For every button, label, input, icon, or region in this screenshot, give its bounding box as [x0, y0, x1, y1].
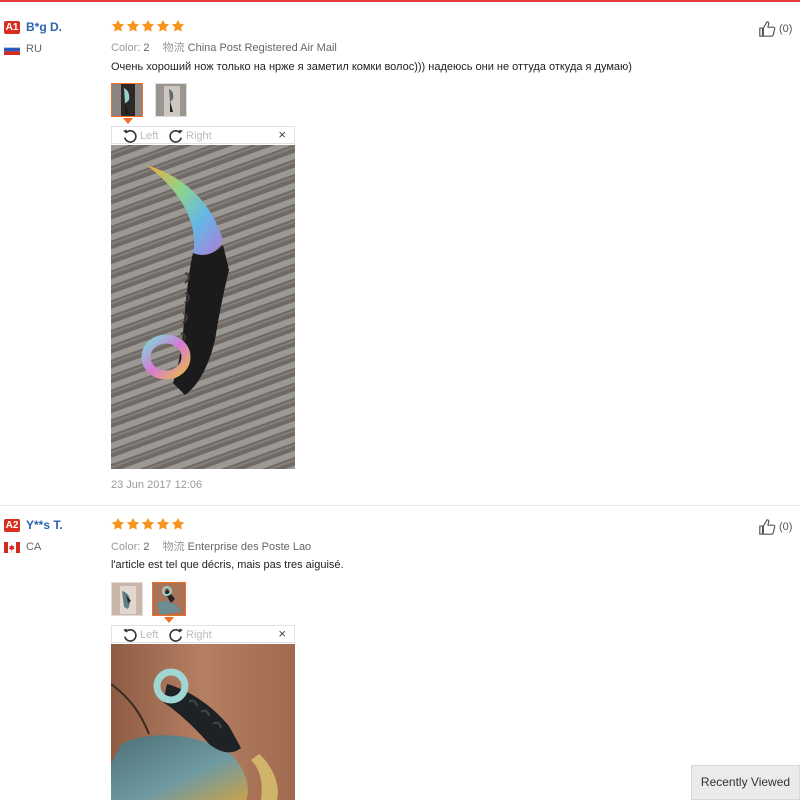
review-date: 23 Jun 2017 12:06: [111, 479, 203, 491]
review-text: l'article est tel que décris, mais pas t…: [111, 559, 344, 571]
color-value: 2: [143, 541, 150, 553]
star-icon: [156, 517, 170, 531]
thumbs-up-icon: [757, 518, 777, 536]
canada-flag-icon: [4, 542, 20, 553]
reviewer-name[interactable]: B*g D.: [26, 20, 62, 34]
star-rating: [111, 19, 185, 33]
selected-thumbnail-indicator: [123, 118, 133, 124]
review-photo-thumbnail[interactable]: [152, 582, 186, 616]
rotate-right-icon: [168, 128, 184, 144]
color-value: 2: [143, 42, 150, 54]
reviewer-name[interactable]: Y**s T.: [26, 518, 63, 532]
review-photo-large[interactable]: [111, 644, 295, 800]
color-label: Color:: [111, 42, 141, 54]
review-photo-thumbnail[interactable]: [111, 582, 143, 616]
star-icon: [111, 19, 125, 33]
rotate-left-button[interactable]: Left: [122, 627, 158, 643]
rotate-right-icon: [168, 627, 184, 643]
helpful-count: (0): [779, 521, 793, 533]
review-divider: [0, 505, 800, 506]
helpful-count: (0): [779, 23, 793, 35]
order-info: Color: 2 物流 Enterprise des Poste Lao: [111, 538, 321, 554]
rotate-left-icon: [122, 627, 138, 643]
rotate-left-label: Left: [140, 130, 159, 142]
rotate-right-label: Right: [186, 629, 212, 641]
rotate-left-icon: [122, 128, 138, 144]
rotate-left-label: Left: [140, 629, 159, 641]
review-photo-thumbnail[interactable]: [155, 83, 187, 117]
reviewer-country: CA: [26, 541, 42, 553]
star-icon: [111, 517, 125, 531]
helpful-button[interactable]: (0): [757, 518, 792, 536]
star-icon: [156, 19, 170, 33]
star-icon: [141, 19, 155, 33]
close-viewer-button[interactable]: ×: [278, 626, 286, 641]
order-info: Color: 2 物流 China Post Registered Air Ma…: [111, 39, 347, 55]
knife-photo-thumbnail-image: [156, 84, 186, 116]
image-viewer-toolbar: Left Right ×: [111, 126, 295, 144]
knife-photo-thumbnail-image: [112, 84, 142, 116]
selected-thumbnail-indicator: [164, 617, 174, 623]
reviewer-country: RU: [26, 43, 42, 55]
rotate-right-button[interactable]: Right: [168, 627, 212, 643]
close-viewer-button[interactable]: ×: [278, 127, 286, 142]
image-viewer-toolbar: Left Right ×: [111, 625, 295, 643]
color-label: Color:: [111, 541, 141, 553]
star-icon: [141, 517, 155, 531]
review-text: Очень хороший нож только на нрже я замет…: [111, 61, 632, 73]
shipping-value: Enterprise des Poste Lao: [187, 541, 312, 553]
star-icon: [171, 517, 185, 531]
buyer-level-badge: A2: [4, 519, 20, 532]
shipping-value: China Post Registered Air Mail: [187, 42, 337, 54]
buyer-level-badge: A1: [4, 21, 20, 34]
karambit-knife-photo: [111, 145, 295, 469]
helpful-button[interactable]: (0): [757, 20, 792, 38]
review-photo-thumbnail[interactable]: [111, 83, 143, 117]
review-photo-large[interactable]: [111, 145, 295, 469]
shipping-label: 物流: [162, 541, 185, 553]
star-icon: [126, 19, 140, 33]
knife-photo-thumbnail-image: [112, 583, 142, 615]
shipping-label: 物流: [162, 42, 185, 54]
rotate-right-label: Right: [186, 130, 212, 142]
rotate-right-button[interactable]: Right: [168, 128, 212, 144]
knife-photo-thumbnail-image: [153, 583, 185, 615]
star-icon: [171, 19, 185, 33]
rotate-left-button[interactable]: Left: [122, 128, 158, 144]
russia-flag-icon: [4, 44, 20, 55]
star-rating: [111, 517, 185, 531]
top-accent-line: [0, 0, 800, 2]
thumbs-up-icon: [757, 20, 777, 38]
karambit-knife-photo: [111, 644, 295, 800]
star-icon: [126, 517, 140, 531]
recently-viewed-button[interactable]: Recently Viewed: [691, 765, 800, 800]
